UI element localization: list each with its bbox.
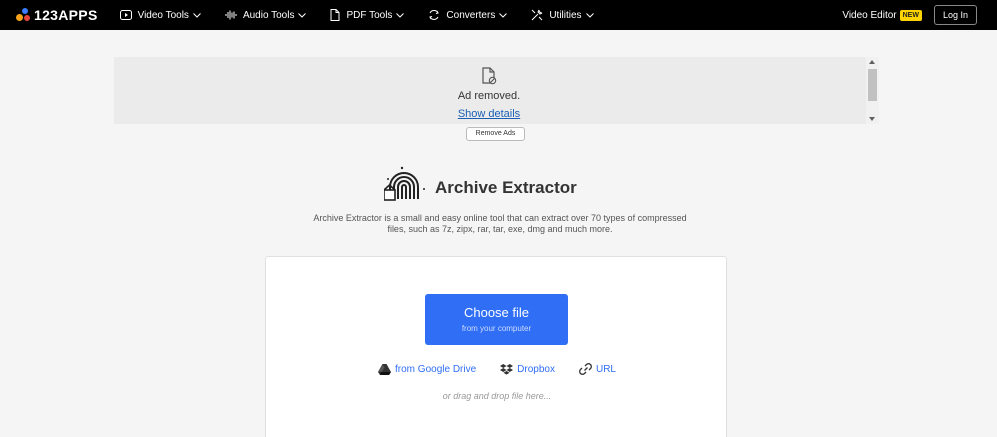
- chevron-down-icon: [499, 12, 508, 18]
- upload-panel: Choose file from your computer from Goog…: [265, 256, 727, 437]
- archive-extractor-logo-icon: [384, 166, 425, 201]
- video-editor-label: Video Editor: [842, 9, 897, 21]
- nav-pdf-tools[interactable]: PDF Tools: [330, 0, 405, 30]
- drag-drop-hint: or drag and drop file here...: [442, 391, 552, 401]
- choose-file-button[interactable]: Choose file from your computer: [425, 294, 568, 345]
- link-icon: [579, 363, 592, 375]
- tool-description-line1: Archive Extractor is a small and easy on…: [313, 213, 687, 223]
- page-title: Archive Extractor: [435, 178, 577, 197]
- blocked-document-icon: [482, 67, 497, 85]
- ad-removed-text: Ad removed.: [457, 90, 521, 102]
- dropbox-icon: [500, 363, 514, 375]
- convert-icon: [429, 10, 440, 20]
- url-button[interactable]: URL: [579, 363, 616, 375]
- nav-audio-tools-label: Audio Tools: [242, 9, 295, 21]
- nav-video-tools-label: Video Tools: [137, 9, 189, 21]
- dropbox-button[interactable]: Dropbox: [500, 363, 555, 375]
- tool-description-line2: files, such as 7z, zipx, rar, tar, exe, …: [387, 224, 613, 234]
- show-details-link[interactable]: Show details: [114, 108, 864, 120]
- video-editor-link[interactable]: Video Editor NEW: [842, 9, 922, 21]
- chevron-down-icon: [585, 12, 594, 18]
- nav-utilities-label: Utilities: [549, 9, 582, 21]
- dropbox-label: Dropbox: [517, 363, 555, 375]
- play-icon: [119, 10, 132, 20]
- nav-converters-label: Converters: [446, 9, 496, 21]
- logo[interactable]: 123APPS: [16, 0, 98, 30]
- chevron-down-icon: [298, 12, 307, 18]
- nav-pdf-tools-label: PDF Tools: [346, 9, 393, 21]
- logo-text: 123APPS: [34, 7, 98, 23]
- ad-placeholder: Ad removed. Show details: [114, 57, 879, 124]
- audio-wave-icon: [225, 10, 237, 20]
- upload-sources: from Google Drive Dropbox URL: [266, 363, 728, 375]
- nav-video-tools[interactable]: Video Tools: [119, 0, 201, 30]
- google-drive-button[interactable]: from Google Drive: [378, 363, 477, 375]
- tools-icon: [531, 9, 543, 21]
- choose-file-sublabel: from your computer: [461, 324, 532, 333]
- remove-ads-button[interactable]: Remove Ads: [466, 127, 525, 141]
- chevron-down-icon: [193, 12, 201, 18]
- nav-utilities[interactable]: Utilities: [531, 0, 594, 30]
- google-drive-label: from Google Drive: [395, 363, 477, 375]
- chevron-down-icon: [396, 12, 405, 18]
- document-icon: [330, 9, 340, 21]
- scroll-down-arrow-icon[interactable]: [869, 117, 875, 121]
- google-drive-icon: [378, 363, 392, 375]
- tool-description: Archive Extractor is a small and easy on…: [240, 213, 760, 235]
- logo-icon: [16, 8, 30, 22]
- scroll-up-arrow-icon[interactable]: [869, 60, 875, 64]
- url-label: URL: [595, 363, 616, 375]
- nav-right: Video Editor NEW Log In: [842, 0, 977, 30]
- choose-file-label: Choose file: [463, 305, 530, 320]
- nav-audio-tools[interactable]: Audio Tools: [225, 0, 307, 30]
- login-button[interactable]: Log In: [933, 5, 977, 25]
- scroll-thumb[interactable]: [868, 69, 877, 101]
- tool-header: Archive Extractor: [384, 163, 577, 203]
- new-badge: NEW: [899, 9, 922, 21]
- top-navbar: 123APPS Video Tools Audio Tools PDF Tool…: [0, 0, 997, 30]
- nav-converters[interactable]: Converters: [428, 0, 508, 30]
- main-nav: Video Tools Audio Tools PDF Tools Conver…: [119, 0, 618, 30]
- ad-scrollbar[interactable]: [866, 57, 879, 124]
